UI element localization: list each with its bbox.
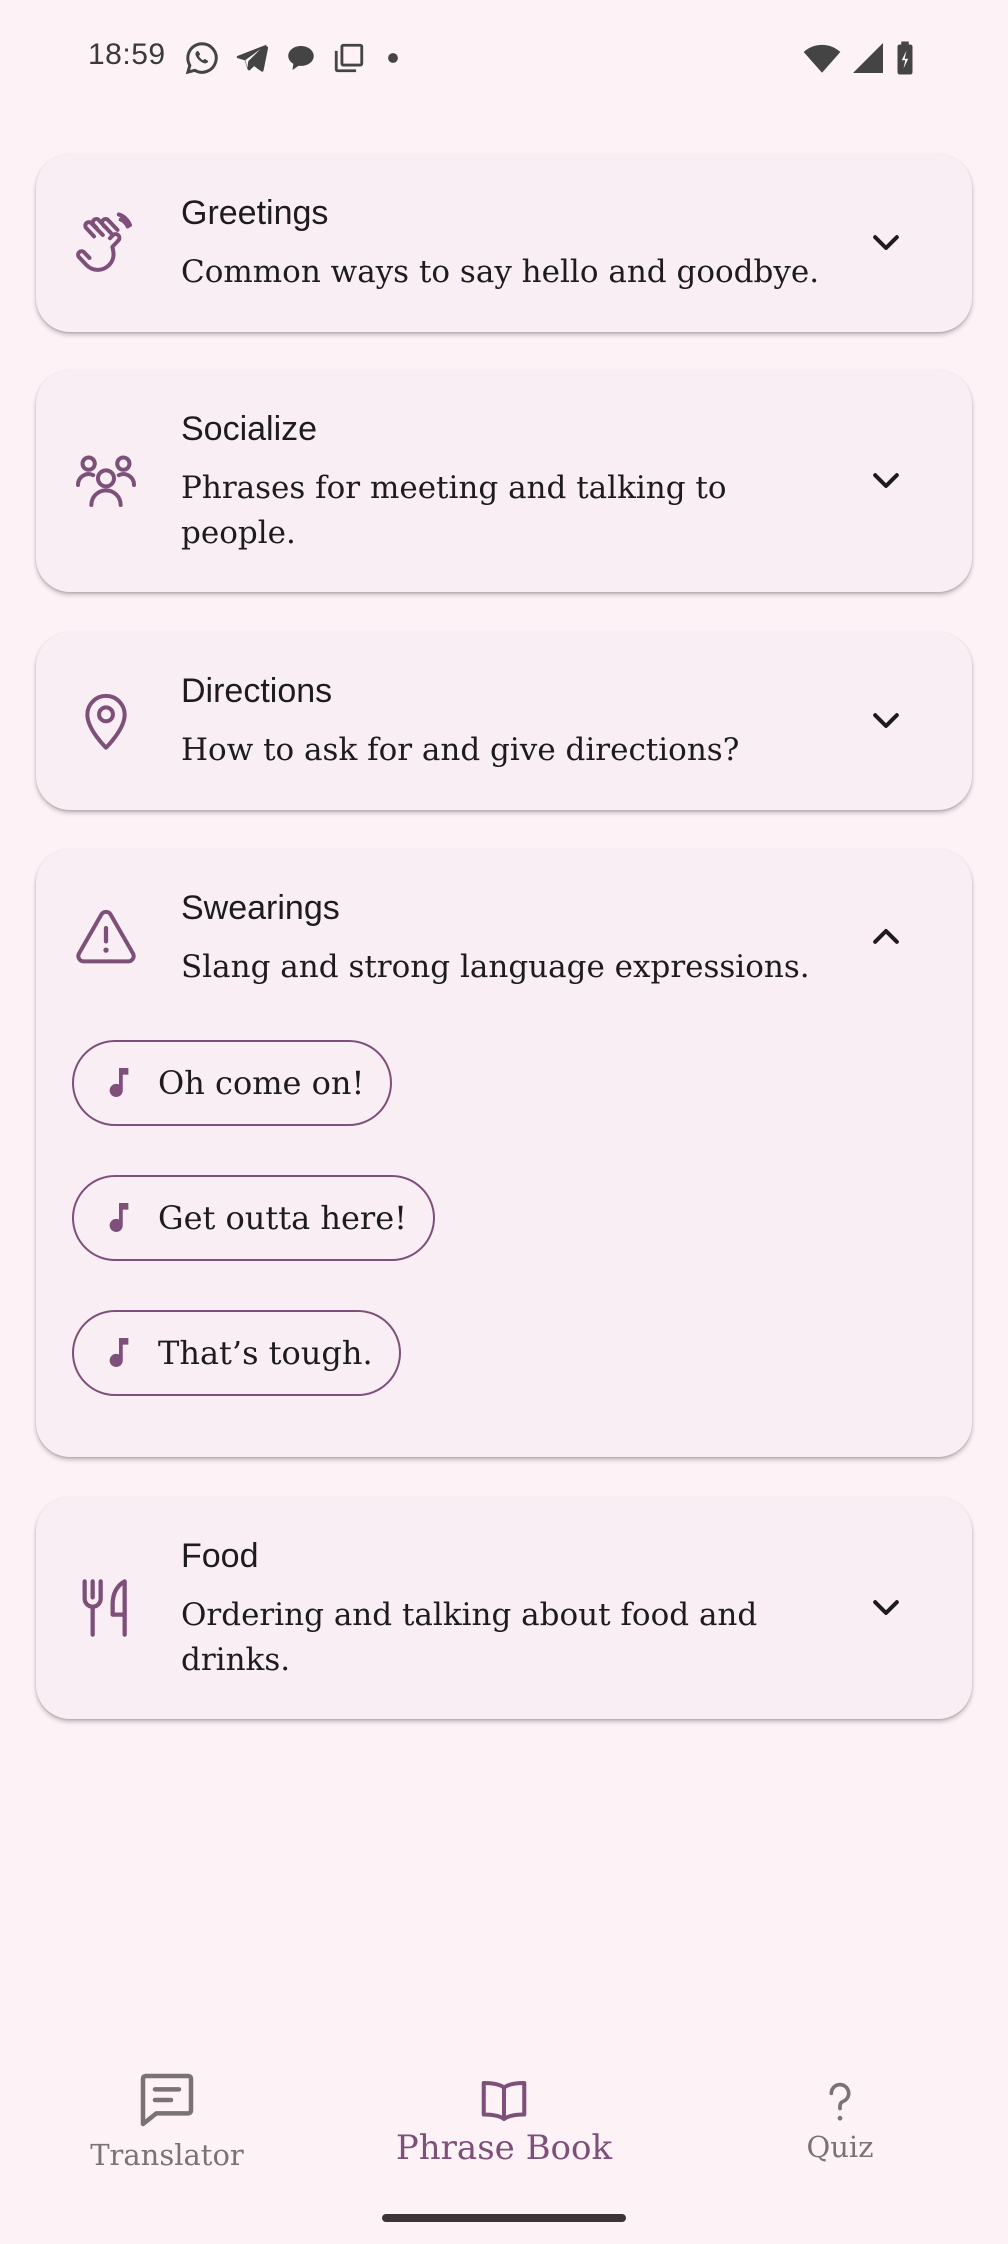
status-bar: 18:59 xyxy=(0,0,1008,112)
bottom-navigation: Translator Phrase Book Quiz xyxy=(0,2030,1008,2244)
category-description: Phrases for meeting and talking to peopl… xyxy=(181,470,727,551)
category-description: How to ask for and give directions? xyxy=(181,732,740,768)
nav-item-quiz[interactable]: Quiz xyxy=(790,2030,890,2210)
category-card-directions[interactable]: Directions How to ask for and give direc… xyxy=(36,632,972,810)
category-title: Greetings xyxy=(181,194,329,232)
dot-icon xyxy=(388,53,398,63)
nav-label: Phrase Book xyxy=(395,2128,613,2168)
nav-item-phrase-book[interactable]: Phrase Book xyxy=(394,2030,614,2210)
question-icon xyxy=(829,2082,851,2121)
home-indicator[interactable] xyxy=(382,2214,626,2222)
category-title: Food xyxy=(181,1537,259,1575)
phrase-text: Oh come on! xyxy=(158,1064,365,1102)
waving-hand-icon xyxy=(76,212,132,272)
nav-label: Quiz xyxy=(806,2130,874,2164)
category-title: Swearings xyxy=(181,889,340,927)
chevron-down-icon[interactable] xyxy=(866,701,906,741)
phrase-chip[interactable]: Get outta here! xyxy=(72,1175,436,1261)
music-note-icon xyxy=(109,1068,129,1097)
category-card-swearings[interactable]: Swearings Slang and strong language expr… xyxy=(36,849,972,1457)
chevron-down-icon[interactable] xyxy=(866,461,906,501)
notification-icons xyxy=(184,40,406,76)
category-card-socialize[interactable]: Socialize Phrases for meeting and talkin… xyxy=(36,370,972,592)
category-card-greetings[interactable]: Greetings Common ways to say hello and g… xyxy=(36,154,972,332)
chat-bubble-icon xyxy=(288,45,314,71)
phrase-text: Get outta here! xyxy=(158,1199,408,1237)
whatsapp-icon xyxy=(185,42,218,75)
copy-icon xyxy=(334,43,364,73)
signal-icon xyxy=(853,43,883,73)
category-card-food[interactable]: Food Ordering and talking about food and… xyxy=(36,1497,972,1719)
phrase-chip[interactable]: Oh come on! xyxy=(72,1040,393,1126)
location-pin-icon xyxy=(85,694,127,750)
category-description: Common ways to say hello and goodbye. xyxy=(181,254,820,290)
music-note-icon xyxy=(109,1203,129,1232)
telegram-icon xyxy=(236,44,269,72)
battery-charging-icon xyxy=(897,41,913,75)
message-icon xyxy=(140,2073,194,2127)
category-description: Slang and strong language expressions. xyxy=(181,949,810,985)
nav-item-translator[interactable]: Translator xyxy=(86,2030,248,2210)
warning-icon xyxy=(76,909,136,964)
book-icon xyxy=(481,2080,527,2122)
nav-label: Translator xyxy=(90,2138,244,2172)
category-title: Socialize xyxy=(181,410,318,448)
chevron-down-icon[interactable] xyxy=(866,223,906,263)
phrase-chip[interactable]: That’s tough. xyxy=(72,1310,401,1396)
status-time: 18:59 xyxy=(88,38,166,71)
chevron-up-icon[interactable] xyxy=(866,916,906,956)
category-description: Ordering and talking about food and drin… xyxy=(181,1597,758,1678)
wifi-icon xyxy=(803,44,841,73)
chevron-down-icon[interactable] xyxy=(866,1588,906,1628)
fork-knife-icon xyxy=(82,1579,127,1637)
people-icon xyxy=(75,455,137,507)
category-title: Directions xyxy=(181,672,333,710)
phrase-text: That’s tough. xyxy=(158,1334,373,1372)
system-icons xyxy=(802,40,916,76)
music-note-icon xyxy=(109,1338,129,1367)
